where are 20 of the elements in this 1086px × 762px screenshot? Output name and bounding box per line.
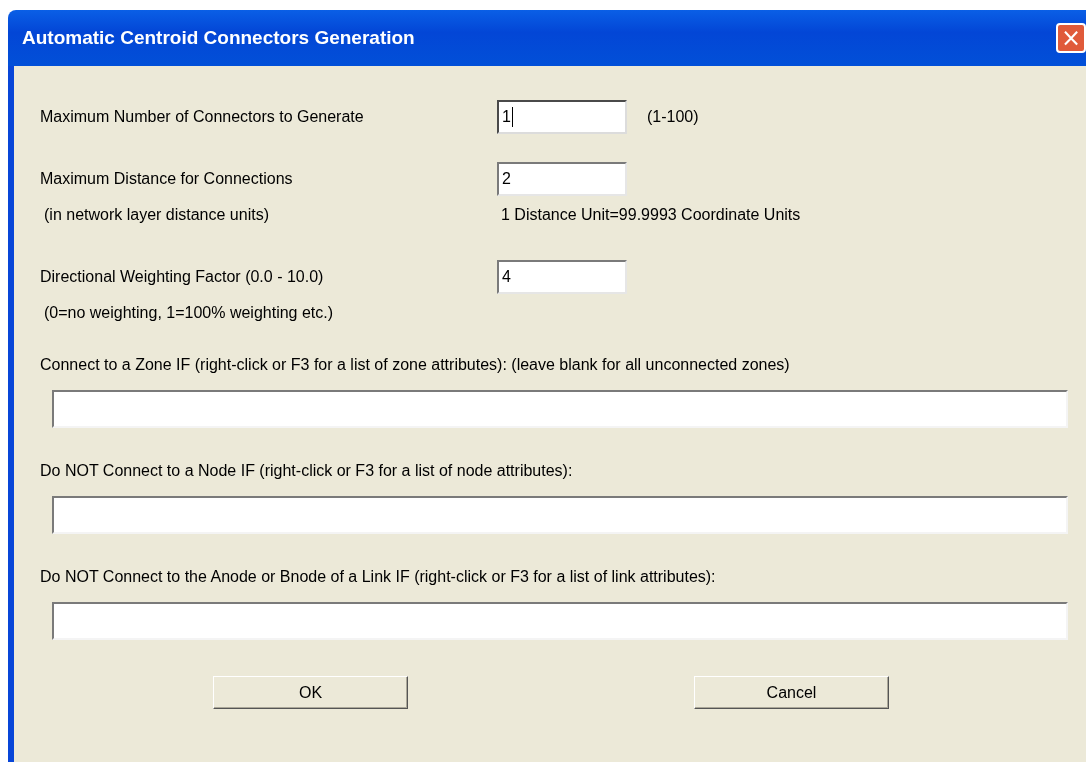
range-hint: (1-100) [647,108,699,126]
field-label: Maximum Distance for Connections [40,170,294,188]
unit-note: 1 Distance Unit=99.9993 Coordinate Units [501,206,801,224]
window-title: Automatic Centroid Connectors Generation [22,27,416,49]
note-text: (in network layer distance units) [43,206,270,224]
input-field[interactable]: 1 [497,100,627,134]
condition-label: Connect to a Zone IF (right-click or F3 for a list of zone attributes): (leave blank for all unconnected zones) [40,356,791,375]
condition-label: Do NOT Connect to a Node IF (right-click or F3 for a list of node attributes): [40,462,574,481]
ok-button[interactable]: OK [213,676,408,709]
cancel-button[interactable]: Cancel [694,676,889,709]
condition-field[interactable] [52,390,1068,428]
input-field[interactable]: 4 [497,260,627,294]
note-text: (0=no weighting, 1=100% weighting etc.) [43,304,335,322]
condition-field[interactable] [52,496,1068,534]
field-label: Directional Weighting Factor (0.0 - 10.0) [40,268,325,286]
condition-field[interactable] [52,602,1068,640]
field-label: Maximum Number of Connectors to Generate [40,108,365,126]
input-field[interactable]: 2 [497,162,627,196]
condition-label: Do NOT Connect to the Anode or Bnode of a Link IF (right-click or F3 for a list of link attributes): [40,568,717,587]
close-button[interactable]: × [1056,23,1086,53]
